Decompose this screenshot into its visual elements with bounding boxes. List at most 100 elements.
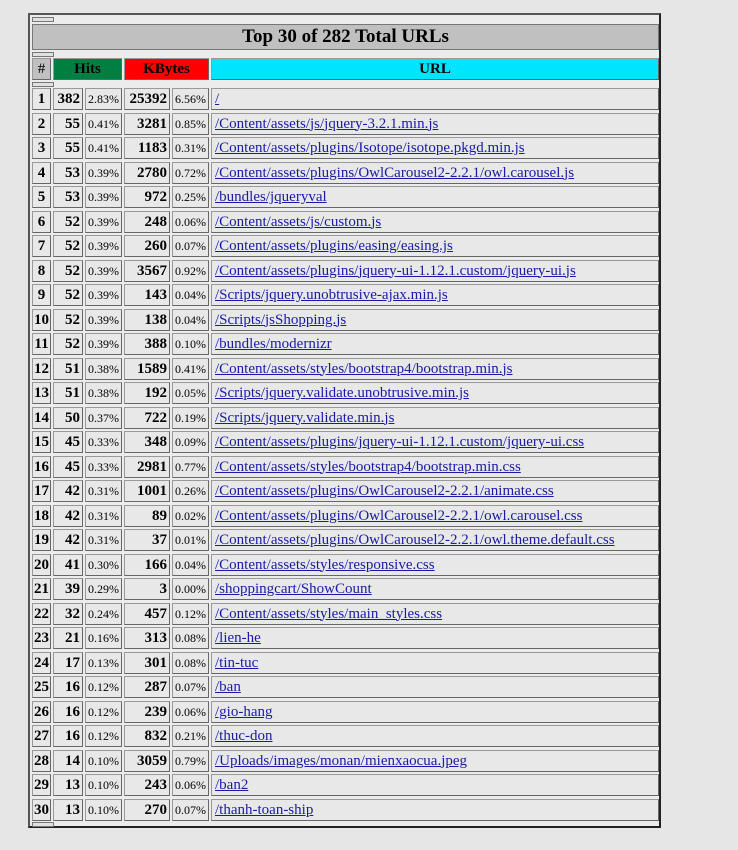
kbytes-percent: 0.79%: [172, 749, 209, 772]
hits-percent: 0.39%: [85, 186, 122, 208]
url-link[interactable]: /Scripts/jsShopping.js: [215, 312, 346, 328]
hits-value: 52: [53, 333, 83, 355]
header-hits: Hits: [53, 58, 122, 80]
url-link[interactable]: /Content/assets/plugins/Isotope/isotope.…: [215, 140, 525, 156]
hits-percent: 0.12%: [85, 725, 122, 747]
kbytes-value: 287: [124, 676, 170, 698]
table-row: 27 16 0.12% 832 0.21% /thuc-don: [32, 725, 659, 747]
table-row: 29 13 0.10% 243 0.06% /ban2: [32, 774, 659, 796]
top-urls-table: Top 30 of 282 Total URLs # Hits KBytes U…: [28, 13, 661, 828]
table-row: 4 53 0.39% 2780 0.72% /Content/assets/plugins…: [32, 161, 659, 184]
kbytes-value: 248: [124, 210, 170, 233]
hits-percent: 0.33%: [85, 455, 122, 478]
kbytes-value: 388: [124, 333, 170, 355]
row-number: 22: [32, 602, 51, 625]
row-number: 25: [32, 676, 51, 698]
kbytes-percent: 0.06%: [172, 210, 209, 233]
kbytes-percent: 0.04%: [172, 284, 209, 306]
hits-percent: 0.39%: [85, 210, 122, 233]
kbytes-percent: 0.04%: [172, 308, 209, 331]
url-link[interactable]: /Content/assets/styles/bootstrap4/bootst…: [215, 361, 513, 377]
row-number: 2: [32, 112, 51, 135]
kbytes-value: 722: [124, 406, 170, 429]
row-number: 10: [32, 308, 51, 331]
kbytes-percent: 0.07%: [172, 235, 209, 257]
table-row: 28 14 0.10% 3059 0.79% /Uploads/images/monan/…: [32, 749, 659, 772]
url-link[interactable]: /Content/assets/plugins/easing/easing.js: [215, 238, 453, 254]
kbytes-value: 166: [124, 553, 170, 576]
url-link[interactable]: /Content/assets/plugins/jquery-ui-1.12.1…: [215, 263, 576, 279]
url-cell: /Uploads/images/monan/mienxaocua.jpeg: [211, 749, 659, 772]
url-link[interactable]: /Content/assets/js/jquery-3.2.1.min.js: [215, 116, 438, 132]
url-link[interactable]: /thuc-don: [215, 728, 273, 744]
url-link[interactable]: /Content/assets/styles/bootstrap4/bootst…: [215, 459, 521, 475]
table-row: 25 16 0.12% 287 0.07% /ban: [32, 676, 659, 698]
url-link[interactable]: /shoppingcart/ShowCount: [215, 581, 372, 597]
kbytes-percent: 0.21%: [172, 725, 209, 747]
hits-value: 41: [53, 553, 83, 576]
hits-value: 16: [53, 676, 83, 698]
kbytes-value: 243: [124, 774, 170, 796]
hits-percent: 2.83%: [85, 88, 122, 110]
kbytes-value: 457: [124, 602, 170, 625]
table-row: 26 16 0.12% 239 0.06% /gio-hang: [32, 700, 659, 723]
row-number: 12: [32, 357, 51, 380]
hits-percent: 0.10%: [85, 774, 122, 796]
hits-value: 50: [53, 406, 83, 429]
row-number: 21: [32, 578, 51, 600]
kbytes-value: 143: [124, 284, 170, 306]
url-link[interactable]: /Content/assets/plugins/OwlCarousel2-2.2…: [215, 508, 582, 524]
header-kbytes: KBytes: [124, 58, 209, 80]
hits-value: 42: [53, 529, 83, 551]
url-link[interactable]: /Content/assets/plugins/OwlCarousel2-2.2…: [215, 483, 554, 499]
url-link[interactable]: /lien-he: [215, 630, 261, 646]
url-cell: /Content/assets/styles/bootstrap4/bootst…: [211, 455, 659, 478]
url-link[interactable]: /Content/assets/plugins/jquery-ui-1.12.1…: [215, 434, 584, 450]
row-number: 26: [32, 700, 51, 723]
table-row: 23 21 0.16% 313 0.08% /lien-he: [32, 627, 659, 649]
table-title: Top 30 of 282 Total URLs: [32, 24, 659, 50]
url-link[interactable]: /Content/assets/plugins/OwlCarousel2-2.2…: [215, 165, 574, 181]
url-link[interactable]: /Scripts/jquery.validate.unobtrusive.min…: [215, 385, 469, 401]
url-link[interactable]: /ban: [215, 679, 241, 695]
kbytes-value: 138: [124, 308, 170, 331]
kbytes-value: 25392: [124, 88, 170, 110]
url-link[interactable]: /tin-tuc: [215, 655, 258, 671]
kbytes-value: 270: [124, 798, 170, 821]
hits-percent: 0.10%: [85, 798, 122, 821]
kbytes-percent: 0.09%: [172, 431, 209, 453]
kbytes-value: 3: [124, 578, 170, 600]
hits-percent: 0.41%: [85, 112, 122, 135]
hits-value: 51: [53, 382, 83, 404]
header-url: URL: [211, 58, 659, 80]
url-link[interactable]: /thanh-toan-ship: [215, 802, 313, 818]
url-link[interactable]: /gio-hang: [215, 704, 273, 720]
hits-value: 42: [53, 480, 83, 502]
url-link[interactable]: /bundles/jqueryval: [215, 189, 327, 205]
url-link[interactable]: /ban2: [215, 777, 248, 793]
url-link[interactable]: /Scripts/jquery.validate.min.js: [215, 410, 394, 426]
kbytes-percent: 0.06%: [172, 774, 209, 796]
url-cell: /Content/assets/js/custom.js: [211, 210, 659, 233]
table-separator: [32, 52, 54, 57]
url-link[interactable]: /Content/assets/styles/responsive.css: [215, 557, 435, 573]
hits-percent: 0.39%: [85, 333, 122, 355]
hits-percent: 0.33%: [85, 431, 122, 453]
url-link[interactable]: /Scripts/jquery.unobtrusive-ajax.min.js: [215, 287, 448, 303]
url-link[interactable]: /Uploads/images/monan/mienxaocua.jpeg: [215, 753, 467, 769]
url-link[interactable]: /bundles/modernizr: [215, 336, 332, 352]
table-row: 7 52 0.39% 260 0.07% /Content/assets/plugins/…: [32, 235, 659, 257]
url-link[interactable]: /Content/assets/styles/main_styles.css: [215, 606, 442, 622]
kbytes-value: 2981: [124, 455, 170, 478]
hits-percent: 0.31%: [85, 480, 122, 502]
hits-percent: 0.39%: [85, 235, 122, 257]
table-row: 18 42 0.31% 89 0.02% /Content/assets/plugins/…: [32, 504, 659, 527]
url-cell: /Content/assets/plugins/OwlCarousel2-2.2…: [211, 504, 659, 527]
header-row: # Hits KBytes URL: [32, 58, 659, 80]
kbytes-value: 301: [124, 651, 170, 674]
url-link[interactable]: /Content/assets/js/custom.js: [215, 214, 381, 230]
kbytes-value: 832: [124, 725, 170, 747]
url-link[interactable]: /Content/assets/plugins/OwlCarousel2-2.2…: [215, 532, 615, 548]
url-cell: /Content/assets/styles/responsive.css: [211, 553, 659, 576]
url-link[interactable]: /: [215, 91, 219, 107]
